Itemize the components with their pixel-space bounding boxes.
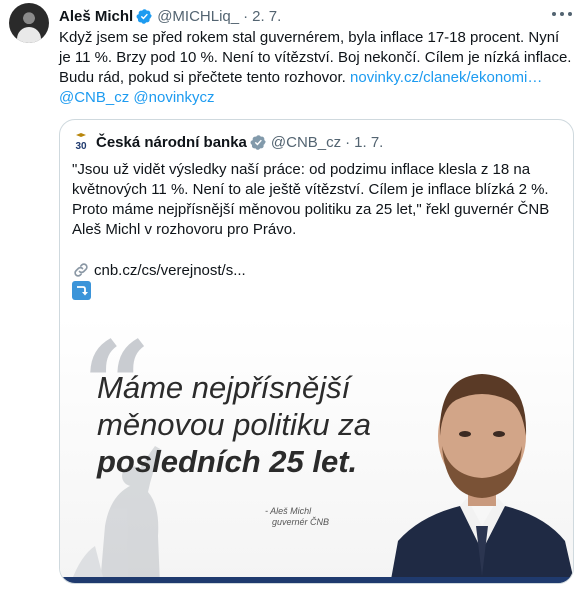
mentions-line: @CNB_cz @novinkycz (59, 88, 574, 108)
image-signature: - Aleš Michl guvernér ČNB (265, 506, 329, 528)
mention-novinky[interactable]: @novinkycz (133, 89, 214, 106)
tweet-header: Aleš Michl @MICHLiq_ · 2. 7. (59, 6, 281, 26)
article-link[interactable]: novinky.cz/clanek/ekonomi… (350, 69, 542, 86)
verified-badge-icon (250, 134, 266, 150)
cnb-logo-text: 30 (75, 141, 87, 151)
signature-line: - Aleš Michl (265, 506, 312, 516)
right-arrow-curving-down-icon (72, 281, 91, 300)
quote-text-line: květnových 11 %. Není to ale ještě vítěz… (72, 181, 549, 198)
author-avatar[interactable] (9, 3, 49, 43)
quote-link-row[interactable]: cnb.cz/cs/verejnost/s... (72, 260, 246, 280)
headline-line: měnovou politiku za (97, 407, 371, 442)
tweet-text-line: Budu rád, pokud si přečtete tento rozhov… (59, 69, 346, 86)
quote-date[interactable]: 1. 7. (354, 134, 383, 151)
quote-text-line: "Jsou už vidět výsledky naší práce: od p… (72, 161, 531, 178)
headline-line: Máme nejpřísnější (97, 370, 351, 405)
tweet-date[interactable]: 2. 7. (252, 8, 281, 25)
quote-text-line: Aleš Michl v rozhovoru pro Právo. (72, 221, 297, 238)
tweet-text-line: je 11 %. Brzy pod 10 %. Není to vítězstv… (59, 49, 572, 66)
image-bottom-bar (60, 577, 573, 583)
quoted-tweet-card[interactable]: 30 Česká národní banka @CNB_cz · 1. 7. "… (59, 119, 574, 584)
tweet-text-line-with-link: Budu rád, pokud si přečtete tento rozhov… (59, 68, 574, 88)
image-headline: Máme nejpřísnější měnovou politiku za po… (97, 369, 371, 480)
header-separator: · (243, 7, 249, 25)
more-options-icon[interactable] (552, 8, 572, 20)
tweet-text-line: Když jsem se před rokem stal guvernérem,… (59, 29, 560, 46)
quote-text-line: Proto máme nejpřísnější měnovou politiku… (72, 201, 550, 218)
quote-header-separator: · (345, 133, 351, 151)
quote-text: "Jsou už vidět výsledky naší práce: od p… (72, 160, 562, 240)
governor-portrait (390, 374, 573, 583)
quote-link-text[interactable]: cnb.cz/cs/verejnost/s... (94, 262, 246, 279)
verified-badge-icon (136, 8, 152, 24)
quote-header: 30 Česká národní banka @CNB_cz · 1. 7. (72, 132, 383, 152)
quote-media-image[interactable]: “ Máme nejpřísnější měnovou politiku za … (60, 316, 573, 583)
headline-line: posledních 25 let. (97, 444, 358, 479)
author-handle[interactable]: @MICHLiq_ (157, 8, 239, 25)
link-icon (74, 263, 88, 277)
signature-line: guvernér ČNB (272, 517, 330, 527)
cnb-logo-icon[interactable]: 30 (72, 133, 90, 152)
tweet-text: Když jsem se před rokem stal guvernérem,… (59, 28, 574, 108)
quote-author-handle[interactable]: @CNB_cz (271, 134, 341, 151)
quote-author-name[interactable]: Česká národní banka (96, 134, 247, 151)
mention-cnb[interactable]: @CNB_cz (59, 89, 129, 106)
author-name[interactable]: Aleš Michl (59, 8, 133, 25)
